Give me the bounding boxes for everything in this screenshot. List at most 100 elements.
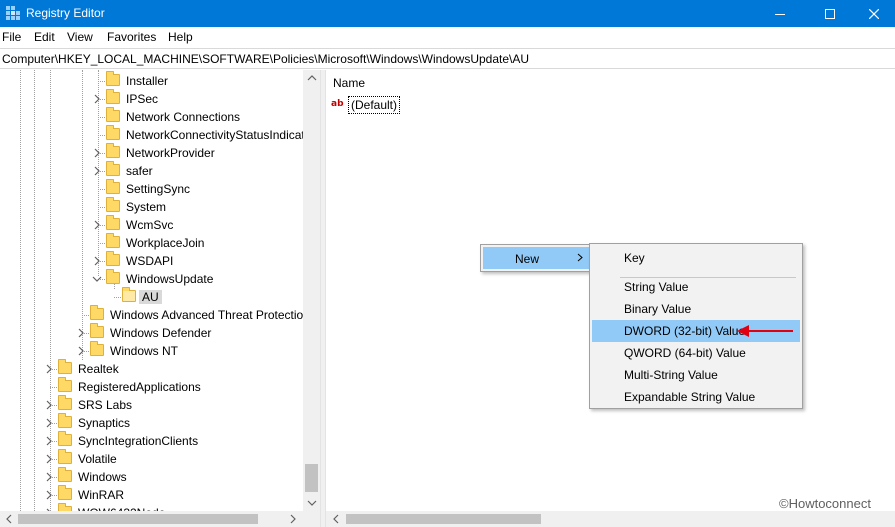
tree-item-synaptics[interactable]: Synaptics — [0, 413, 303, 432]
scroll-down-icon[interactable] — [307, 498, 317, 508]
tree-connector — [98, 117, 105, 118]
tree-item-au[interactable]: AU — [0, 287, 303, 306]
chevron-down-icon[interactable] — [92, 274, 102, 284]
chevron-right-icon[interactable] — [92, 148, 102, 158]
submenu-qword-value[interactable]: QWORD (64-bit) Value — [592, 342, 800, 364]
folder-icon — [106, 89, 120, 104]
tree-item-wcmsvc[interactable]: WcmSvc — [0, 215, 303, 234]
minimize-button[interactable] — [757, 0, 803, 27]
folder-icon — [106, 197, 120, 212]
tree-item-label: RegisteredApplications — [78, 380, 201, 394]
tree-item-label: NetworkProvider — [126, 146, 215, 160]
menu-edit[interactable]: Edit — [34, 30, 55, 44]
context-menu-new[interactable]: New — [483, 247, 589, 269]
submenu-string-value[interactable]: String Value — [592, 276, 800, 298]
submenu-key[interactable]: Key — [592, 247, 800, 269]
chevron-right-icon[interactable] — [44, 436, 54, 446]
tree-item-windows-defender[interactable]: Windows Defender — [0, 323, 303, 342]
tree-connector — [50, 387, 57, 388]
chevron-right-icon[interactable] — [44, 418, 54, 428]
tree-item-label: Windows Advanced Threat Protection — [110, 308, 310, 322]
tree-item-label: System — [126, 200, 167, 214]
chevron-right-icon[interactable] — [44, 472, 54, 482]
chevron-right-icon[interactable] — [92, 166, 102, 176]
chevron-right-icon[interactable] — [76, 346, 86, 356]
chevron-right-icon[interactable] — [44, 400, 54, 410]
tree-item-windows-nt[interactable]: Windows NT — [0, 341, 303, 360]
submenu-multi-string-value-label: Multi-String Value — [624, 368, 718, 382]
tree-item-wsdapi[interactable]: WSDAPI — [0, 251, 303, 270]
maximize-button[interactable] — [807, 0, 853, 27]
values-horizontal-scroll-thumb[interactable] — [346, 514, 541, 524]
string-value-icon: ab — [331, 99, 344, 109]
tree-item-label: Windows NT — [110, 344, 179, 358]
context-menu-new-label: New — [515, 252, 540, 266]
chevron-right-icon[interactable] — [44, 364, 54, 374]
tree-item-label: Windows — [78, 470, 127, 484]
folder-icon — [90, 305, 104, 320]
folder-icon — [106, 71, 120, 86]
title-bar: Registry Editor — [0, 0, 895, 27]
tree-item-windows[interactable]: Windows — [0, 467, 303, 486]
submenu-key-label: Key — [624, 251, 645, 265]
menu-favorites[interactable]: Favorites — [107, 30, 156, 44]
tree-item-workplacejoin[interactable]: WorkplaceJoin — [0, 233, 303, 252]
value-row-default[interactable]: ab (Default) — [331, 96, 531, 114]
tree-item-safer[interactable]: safer — [0, 161, 303, 180]
tree-item-networkconnectivitystatusindicator[interactable]: NetworkConnectivityStatusIndicator — [0, 125, 315, 144]
tree-item-label: AU — [139, 290, 162, 304]
tree-item-ipsec[interactable]: IPSec — [0, 89, 303, 108]
values-horizontal-scrollbar[interactable] — [326, 511, 895, 527]
tree-item-srs-labs[interactable]: SRS Labs — [0, 395, 303, 414]
scroll-left-icon[interactable] — [4, 514, 14, 524]
chevron-right-icon[interactable] — [92, 94, 102, 104]
submenu-multi-string-value[interactable]: Multi-String Value — [592, 364, 800, 386]
folder-icon — [106, 125, 120, 140]
tree-connector — [98, 81, 105, 82]
tree-item-winrar[interactable]: WinRAR — [0, 485, 303, 504]
folder-icon — [58, 485, 72, 500]
tree-item-system[interactable]: System — [0, 197, 303, 216]
submenu-expandable-string-value[interactable]: Expandable String Value — [592, 386, 800, 408]
address-path: Computer\HKEY_LOCAL_MACHINE\SOFTWARE\Pol… — [2, 52, 530, 66]
tree-connector — [98, 189, 105, 190]
watermark: ©Howtoconnect — [779, 496, 871, 511]
tree-item-realtek[interactable]: Realtek — [0, 359, 303, 378]
scroll-up-icon[interactable] — [307, 73, 317, 83]
folder-icon — [106, 143, 120, 158]
tree-item-label: WorkplaceJoin — [126, 236, 205, 250]
tree-item-installer[interactable]: Installer — [0, 71, 303, 90]
chevron-right-icon[interactable] — [92, 220, 102, 230]
scroll-left-icon[interactable] — [331, 514, 341, 524]
chevron-right-icon[interactable] — [44, 454, 54, 464]
submenu-string-value-label: String Value — [624, 280, 689, 294]
tree-item-networkprovider[interactable]: NetworkProvider — [0, 143, 303, 162]
tree-item-label: NetworkConnectivityStatusIndicator — [126, 128, 316, 142]
tree-item-network-connections[interactable]: Network Connections — [0, 107, 303, 126]
tree-item-volatile[interactable]: Volatile — [0, 449, 303, 468]
chevron-right-icon[interactable] — [44, 490, 54, 500]
chevron-right-icon[interactable] — [76, 328, 86, 338]
scroll-right-icon[interactable] — [288, 514, 298, 524]
menu-help[interactable]: Help — [168, 30, 193, 44]
tree-vertical-scroll-thumb[interactable] — [305, 464, 318, 492]
tree-connector — [82, 315, 89, 316]
tree-item-registeredapplications[interactable]: RegisteredApplications — [0, 377, 303, 396]
tree-item-syncintegrationclients[interactable]: SyncIntegrationClients — [0, 431, 303, 450]
tree-item-label: WinRAR — [78, 488, 125, 502]
window-title: Registry Editor — [26, 6, 105, 20]
address-bar[interactable]: Computer\HKEY_LOCAL_MACHINE\SOFTWARE\Pol… — [0, 48, 895, 69]
column-header-name[interactable]: Name — [333, 76, 365, 90]
tree-item-settingsync[interactable]: SettingSync — [0, 179, 303, 198]
tree-horizontal-scroll-thumb[interactable] — [18, 514, 258, 524]
tree-item-windowsupdate[interactable]: WindowsUpdate — [0, 269, 303, 288]
menu-file[interactable]: File — [2, 30, 21, 44]
menu-view[interactable]: View — [67, 30, 93, 44]
close-button[interactable] — [851, 0, 895, 27]
submenu-binary-value[interactable]: Binary Value — [592, 298, 800, 320]
tree-vertical-scrollbar[interactable] — [303, 70, 320, 511]
tree-horizontal-scrollbar[interactable] — [0, 511, 320, 527]
chevron-right-icon[interactable] — [92, 256, 102, 266]
tree-item-windows-advanced-threat-protection[interactable]: Windows Advanced Threat Protection — [0, 305, 310, 324]
tree-item-label: Synaptics — [78, 416, 131, 430]
